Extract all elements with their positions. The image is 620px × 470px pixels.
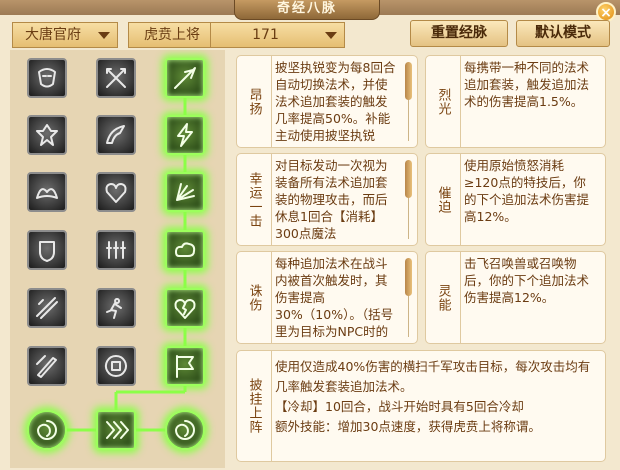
ability-name: 灵能 (435, 283, 451, 312)
level-dropdown-value: 171 (252, 27, 279, 43)
meridian-node-2-4[interactable] (96, 230, 136, 270)
meridian-node-3-6[interactable] (165, 346, 205, 386)
meridian-node-1-1[interactable] (27, 58, 67, 98)
meridian-node-2-3[interactable] (96, 172, 136, 212)
meridian-node-3-2[interactable] (165, 115, 205, 155)
spear-thrust-icon (174, 67, 196, 89)
ability-description: 每携带一种不同的法术追加套装，触发追加法术的伤害提高1.5%。 (464, 60, 590, 109)
ability-scrollbar[interactable] (405, 62, 412, 141)
meridian-node-1-7[interactable] (27, 410, 67, 450)
cross-blades-icon (106, 68, 126, 88)
ability-description: 对目标发动一次视为装备所有法术追加套装的物理攻击，而后休息1回合【消耗】300点… (275, 158, 388, 241)
faction-dropdown-value: 大唐官府 (25, 27, 81, 43)
broken-heart-dark-icon (105, 183, 127, 203)
ability-name: 催迫 (435, 185, 451, 214)
ability-description: 披坚执锐变为每8回合自动切换法术，并使法术追加套装的触发几率提高50%。补能主动… (275, 60, 396, 143)
ability-name-cell: 灵能 (426, 252, 461, 343)
ability-description-line: 【冷却】10回合，战斗开始时具有5回合冷却 (275, 399, 524, 414)
meridian-node-2-5[interactable] (96, 288, 136, 328)
reset-meridian-button[interactable]: 重置经脉 (410, 20, 508, 47)
close-button[interactable]: × (596, 2, 616, 22)
meridian-node-2-7[interactable] (96, 410, 136, 450)
ability-scrollbar[interactable] (405, 160, 412, 239)
ability-card[interactable]: 烈光 每携带一种不同的法术追加套装，触发追加法术的伤害提高1.5%。 (425, 55, 606, 148)
fan-blades-icon (176, 183, 195, 201)
mask-icon (38, 68, 56, 88)
brave-seal-icon (104, 355, 127, 377)
cloud-swirl-icon (175, 242, 196, 257)
broken-heart-icon (174, 299, 196, 319)
ability-card[interactable]: 披挂上阵 使用仅造成40%伤害的横扫千军攻击目标，每次攻击均有几率触发套装追加法术… (236, 350, 606, 462)
ability-name-cell: 烈光 (426, 56, 461, 147)
ability-name: 烈光 (435, 87, 451, 116)
ability-scrollbar[interactable] (405, 258, 412, 337)
meridian-node-3-3[interactable] (165, 172, 205, 212)
ability-card[interactable]: 幸运一击 对目标发动一次视为装备所有法术追加套装的物理攻击，而后休息1回合【消耗】… (236, 153, 418, 246)
meridian-node-1-5[interactable] (27, 288, 67, 328)
default-mode-button[interactable]: 默认模式 (516, 20, 610, 47)
spiral-orb-icon (175, 420, 195, 440)
meridian-node-2-6[interactable] (96, 346, 136, 386)
meridian-window: 奇经八脉 × 大唐官府 虎贲上将 171 重置经脉 默认模式 昂扬 披坚执锐变为每… (0, 0, 620, 470)
ability-name-cell: 昂扬 (237, 56, 272, 147)
ability-card[interactable]: 灵能 击飞召唤兽或召唤物后，你的下个追加法术伤害提高12%。 (425, 251, 606, 344)
meridian-node-3-5[interactable] (165, 288, 205, 328)
chevron-down-icon (325, 32, 337, 39)
faction-dropdown[interactable]: 大唐官府 (12, 22, 118, 48)
blade-arc-icon (106, 125, 125, 144)
ability-description-line: 使用仅造成40%伤害的横扫千军攻击目标，每次攻击均有几率触发套装追加法术。 (275, 359, 591, 394)
meridian-node-1-3[interactable] (27, 172, 67, 212)
ability-card[interactable]: 昂扬 披坚执锐变为每8回合自动切换法术，并使法术追加套装的触发几率提高50%。补能… (236, 55, 418, 148)
meridian-node-1-2[interactable] (27, 115, 67, 155)
meridian-node-3-7[interactable] (165, 410, 205, 450)
ability-description-line: 额外技能：增加30点速度，获得虎贲上将称谓。 (275, 419, 541, 434)
ability-card[interactable]: 诛伤 每种追加法术在战斗内被首次触发时，其伤害提高30%（10%）。（括号里为目标… (236, 251, 418, 344)
ability-name: 披挂上阵 (246, 378, 262, 434)
chevrons-icon (106, 421, 129, 439)
double-blade-icon (36, 297, 58, 319)
scrollbar-thumb[interactable] (405, 258, 412, 296)
meridian-node-3-4[interactable] (165, 230, 205, 270)
meridian-node-3-1[interactable] (165, 58, 205, 98)
banner-icon (176, 355, 194, 378)
ability-description: 使用仅造成40%伤害的横扫千军攻击目标，每次攻击均有几率触发套装追加法术。【冷却… (275, 357, 597, 459)
runner-icon (106, 298, 122, 319)
level-dropdown[interactable]: 171 (210, 22, 345, 48)
lightning-icon (177, 123, 193, 147)
ability-description: 每种追加法术在战斗内被首次触发时，其伤害提高30%（10%）。（括号里为目标为N… (275, 256, 394, 339)
meridian-node-2-2[interactable] (96, 115, 136, 155)
ability-name: 诛伤 (246, 283, 262, 312)
flame-shield-icon (39, 241, 55, 262)
wings-icon (36, 188, 58, 199)
scrollbar-thumb[interactable] (405, 62, 412, 100)
chevron-down-icon (98, 32, 110, 39)
scrollbar-thumb[interactable] (405, 160, 412, 198)
ability-name-cell: 催迫 (426, 154, 461, 245)
meridian-node-1-6[interactable] (27, 346, 67, 386)
soldiers-icon (106, 241, 126, 259)
window-title: 奇经八脉 (234, 0, 380, 20)
sword-slash-icon (36, 355, 57, 378)
ability-name-cell: 披挂上阵 (237, 351, 272, 461)
meridian-tree (10, 50, 225, 468)
title-dropdown-value: 虎贲上将 (144, 27, 200, 43)
warrior-icon (36, 124, 58, 146)
ability-card[interactable]: 催迫 使用原始愤怒消耗≥120点的特技后，你的下个追加法术伤害提高12%。 (425, 153, 606, 246)
ability-description: 使用原始愤怒消耗≥120点的特技后，你的下个追加法术伤害提高12%。 (464, 158, 590, 224)
ability-description: 击飞召唤兽或召唤物后，你的下个追加法术伤害提高12%。 (464, 256, 590, 305)
ability-name: 幸运一击 (246, 171, 262, 228)
ability-name-cell: 幸运一击 (237, 154, 272, 245)
ability-name-cell: 诛伤 (237, 252, 272, 343)
meridian-node-1-4[interactable] (27, 230, 67, 270)
spiral-orb-icon (37, 420, 57, 440)
ability-name: 昂扬 (246, 87, 262, 116)
meridian-node-2-1[interactable] (96, 58, 136, 98)
